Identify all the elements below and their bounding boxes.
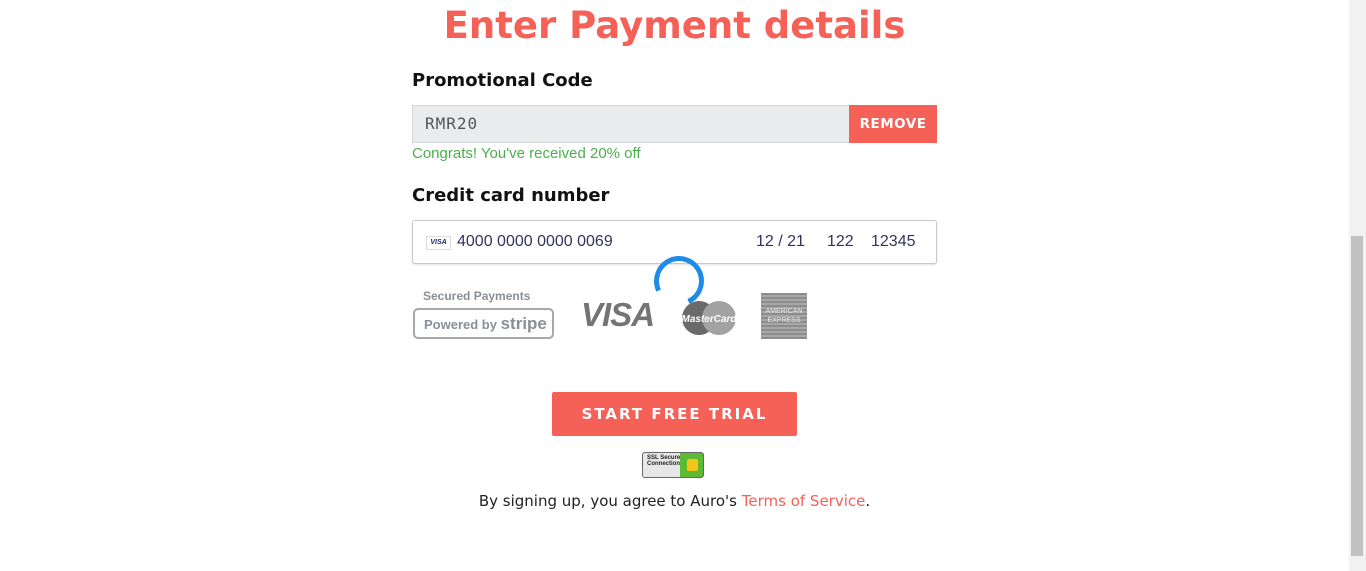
terms-suffix: . [865,492,871,510]
terms-prefix: By signing up, you agree to Auro's [478,492,742,510]
card-expiry-input[interactable]: 12 / 21 [756,233,805,251]
amex-logo: AMERICAN EXPRESS [761,293,807,339]
credit-card-label: Credit card number [412,185,610,206]
promo-code-input[interactable]: RMR20 [412,105,849,143]
scrollbar-thumb[interactable] [1351,236,1363,556]
lock-icon [687,459,698,471]
stripe-powered-text: Powered by [424,317,497,332]
stripe-secured-text: Secured Payments [423,289,531,303]
terms-of-service-link[interactable]: Terms of Service [742,492,866,510]
visa-card-icon: VISA [426,236,451,250]
promo-success-message: Congrats! You've received 20% off [412,145,641,162]
promo-code-label: Promotional Code [412,70,593,91]
visa-logo: VISA [581,296,655,333]
start-free-trial-button[interactable]: START FREE TRIAL [552,392,797,436]
remove-promo-button[interactable]: REMOVE [849,105,937,143]
mastercard-text: MasterCard [681,314,737,325]
terms-notice: By signing up, you agree to Auro's Terms… [0,492,1349,510]
accepted-cards-logos: VISA MasterCard AMERICAN EXPRESS [573,283,831,351]
card-zip-input[interactable]: 12345 [871,233,916,251]
card-number-input[interactable]: 4000 0000 0000 0069 [457,233,613,251]
stripe-secured-badge: Secured Payments Powered by stripe [413,287,556,341]
page-title: Enter Payment details [443,4,906,47]
stripe-logo-text: stripe [500,314,547,333]
amex-text: AMERICAN EXPRESS [765,308,803,324]
card-cvc-input[interactable]: 122 [827,233,854,251]
stripe-powered-box: Powered by stripe [413,308,554,339]
ssl-secure-badge: SSL Secure Connection [642,452,704,478]
page-scrollbar[interactable] [1349,0,1366,571]
